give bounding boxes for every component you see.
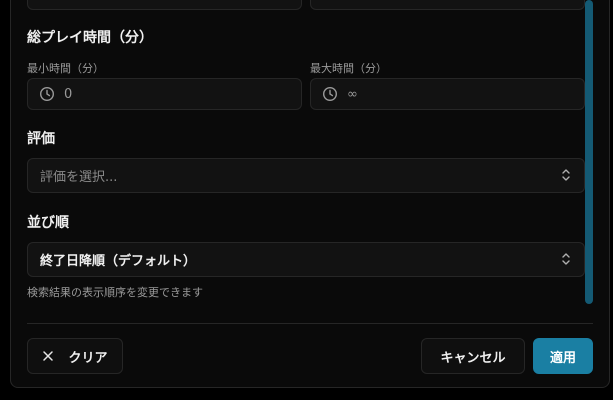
- date-to-value: -: [347, 0, 352, 2]
- filter-dialog: [10, 0, 610, 388]
- clock-icon: [39, 86, 55, 102]
- rating-select[interactable]: 評価を選択...: [27, 158, 585, 193]
- footer-divider: [27, 323, 593, 324]
- sort-hint: 検索結果の表示順序を変更できます: [27, 286, 203, 299]
- sort-section-title: 並び順: [27, 215, 69, 231]
- chevron-updown-icon: [562, 169, 570, 181]
- scrollbar[interactable]: [585, 0, 593, 304]
- clear-button[interactable]: クリア: [27, 338, 123, 374]
- max-time-label: 最大時間（分）: [310, 62, 387, 75]
- sort-selected-value: 終了日降順（デフォルト）: [40, 254, 197, 269]
- clear-button-label: クリア: [68, 350, 108, 366]
- close-icon: [43, 351, 54, 361]
- cancel-button[interactable]: キャンセル: [421, 338, 525, 374]
- playtime-section-title: 総プレイ時間（分）: [27, 30, 153, 46]
- date-from-input[interactable]: -: [27, 0, 302, 10]
- max-time-input[interactable]: ∞: [310, 78, 585, 110]
- max-time-value: ∞: [347, 86, 358, 102]
- date-to-input[interactable]: -: [310, 0, 585, 10]
- rating-placeholder: 評価を選択...: [40, 170, 118, 185]
- min-time-value: 0: [64, 86, 73, 102]
- min-time-input[interactable]: 0: [27, 78, 302, 110]
- rating-section-title: 評価: [27, 131, 55, 147]
- apply-button-label: 適用: [549, 350, 576, 366]
- sort-select[interactable]: 終了日降順（デフォルト）: [27, 242, 585, 277]
- chevron-updown-icon: [562, 253, 570, 265]
- apply-button[interactable]: 適用: [533, 338, 593, 374]
- date-from-value: -: [64, 0, 69, 2]
- cancel-button-label: キャンセル: [440, 350, 506, 366]
- clock-icon: [322, 86, 338, 102]
- min-time-label: 最小時間（分）: [27, 62, 104, 75]
